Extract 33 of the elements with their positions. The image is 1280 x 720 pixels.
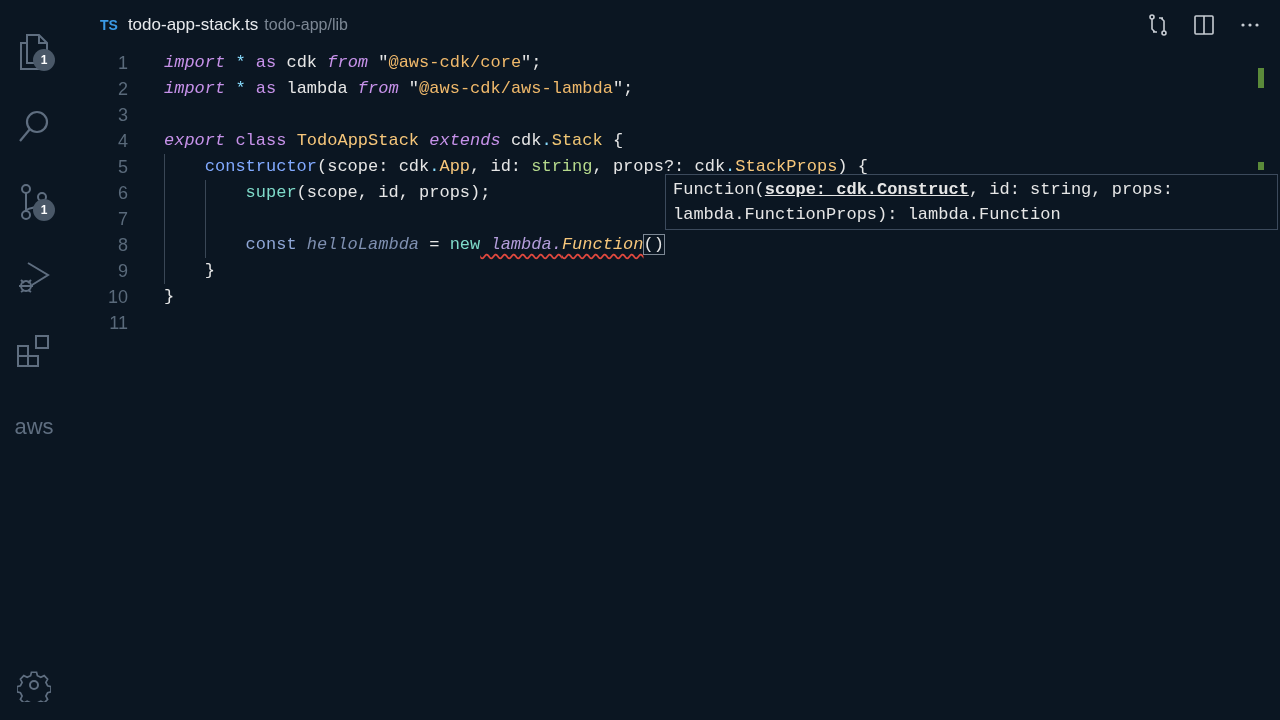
code-line: }: [164, 286, 175, 308]
blocks-icon[interactable]: [16, 333, 52, 370]
split-editor-icon[interactable]: [1194, 15, 1214, 35]
code-line: import * as cdk from "@aws-cdk/core";: [164, 52, 542, 74]
compare-icon[interactable]: [1148, 14, 1168, 36]
line-number: 4: [117, 130, 128, 153]
code-line: }: [204, 260, 215, 282]
line-number: 1: [117, 52, 128, 75]
line-number: 3: [117, 104, 128, 127]
line-number: 2: [117, 78, 128, 101]
settings-icon[interactable]: [17, 668, 51, 702]
file-type-label: TS: [100, 15, 118, 35]
files-icon[interactable]: [17, 32, 51, 71]
line-number: 8: [117, 234, 128, 257]
line-number: 7: [117, 208, 128, 231]
count-badge: 1: [33, 49, 55, 71]
line-number: 11: [108, 312, 128, 335]
file-path: todo-app/lib: [264, 15, 348, 35]
code-line: const helloLambda = new lambda.Function(): [245, 234, 664, 256]
signature-tooltip: Function(scope: cdk.Construct, id: string, props: lambda.FunctionProps): lambda.Function: [665, 174, 1278, 230]
more-icon[interactable]: [1240, 22, 1260, 28]
line-number: 5: [117, 156, 128, 179]
line-number: 10: [106, 286, 128, 309]
code-line: super(scope, id, props);: [245, 182, 491, 204]
line-number: 9: [117, 260, 128, 283]
file-name[interactable]: todo-app-stack.ts: [127, 12, 259, 38]
change-marker: [1258, 162, 1264, 170]
code-line: import * as lambda from "@aws-cdk/aws-lambda";: [164, 78, 634, 100]
count-badge: 1: [33, 199, 55, 221]
line-number: 6: [117, 182, 128, 205]
code-line: export class TodoAppStack extends cdk.Stack {: [164, 130, 624, 152]
change-marker: [1258, 68, 1264, 88]
aws-logo[interactable]: aws: [14, 410, 54, 443]
